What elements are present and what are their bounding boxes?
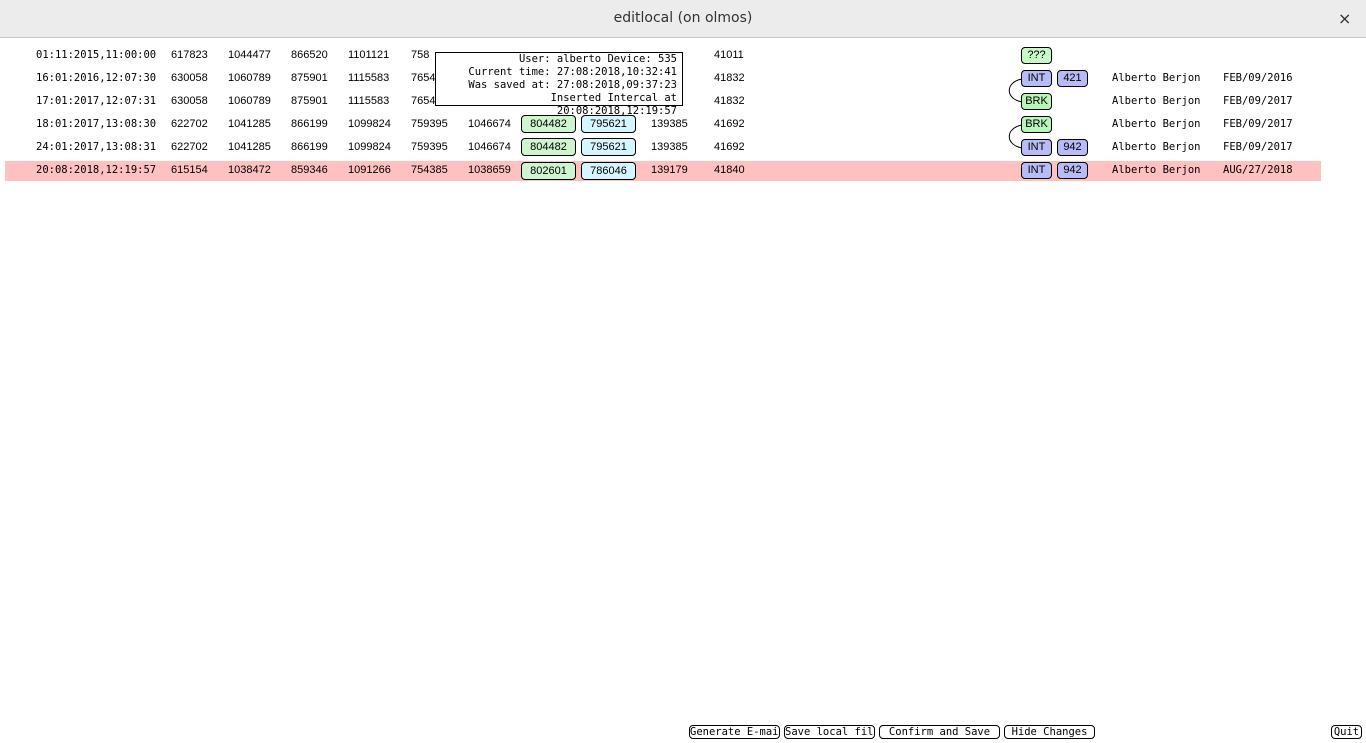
row-value: 617823 — [171, 49, 208, 61]
status-tag[interactable]: ??? — [1021, 47, 1052, 64]
row-value: 1091266 — [348, 164, 391, 176]
status-tag[interactable]: INT — [1021, 162, 1052, 179]
row-value: 866199 — [291, 141, 328, 153]
row-value: 622702 — [171, 118, 208, 130]
info-tooltip: User: alberto Device: 535 Current time: … — [435, 52, 683, 117]
table-row[interactable]: 18:01:2017,13:08:30 622702 1041285 86619… — [5, 115, 1321, 135]
row-date: AUG/27/2018 — [1223, 164, 1293, 176]
status-tag[interactable]: BRK — [1021, 116, 1052, 133]
table-row-highlighted[interactable]: 20:08:2018,12:19:57 615154 1038472 85934… — [5, 161, 1321, 181]
row-value: 1115583 — [348, 95, 390, 107]
green-value-box[interactable]: 802601 — [521, 162, 576, 180]
hide-changes-button[interactable]: Hide Changes — [1004, 725, 1095, 739]
generate-email-button[interactable]: Generate E-mail — [689, 725, 780, 739]
row-value: 7654 — [411, 95, 436, 107]
row-value: 41692 — [714, 118, 745, 130]
row-value: 866199 — [291, 118, 328, 130]
row-value: 41011 — [714, 49, 744, 61]
row-value: 139385 — [651, 141, 688, 153]
row-value: 1099824 — [348, 118, 391, 130]
status-tag[interactable]: INT — [1021, 70, 1052, 87]
row-value: 1115583 — [348, 72, 390, 84]
row-value: 41832 — [714, 95, 745, 107]
row-value: 139179 — [651, 164, 688, 176]
row-value: 1060789 — [228, 72, 271, 84]
green-value-box[interactable]: 804482 — [521, 138, 576, 156]
row-datetime: 24:01:2017,13:08:31 — [36, 141, 157, 153]
status-tag[interactable]: INT — [1021, 139, 1052, 156]
row-datetime: 20:08:2018,12:19:57 — [36, 164, 157, 176]
row-value: 1101121 — [348, 49, 390, 61]
tooltip-current-time: Current time: 27:08:2018,10:32:41 — [468, 66, 677, 78]
save-local-file-button[interactable]: Save local file — [784, 725, 875, 739]
row-value: 1044477 — [228, 49, 271, 61]
row-value: 1046674 — [468, 118, 511, 130]
row-date: FEB/09/2017 — [1223, 95, 1293, 107]
row-value: 7654 — [411, 72, 436, 84]
row-datetime: 01:11:2015,11:00:00 — [36, 49, 157, 61]
row-value: 630058 — [171, 95, 208, 107]
confirm-and-save-button[interactable]: Confirm and Save — [879, 725, 1000, 739]
device-tag[interactable]: 942 — [1057, 139, 1088, 156]
row-value: 1099824 — [348, 141, 391, 153]
tooltip-inserted: Inserted Intercal at 20:08:2018,12:19:57 — [550, 92, 677, 117]
row-user: Alberto Berjon — [1112, 95, 1201, 107]
row-value: 1060789 — [228, 95, 271, 107]
row-date: FEB/09/2017 — [1223, 118, 1293, 130]
row-user: Alberto Berjon — [1112, 72, 1201, 84]
row-value: 1041285 — [228, 141, 271, 153]
row-value: 754385 — [411, 164, 448, 176]
row-date: FEB/09/2017 — [1223, 141, 1293, 153]
row-value: 1041285 — [228, 118, 271, 130]
row-value: 875901 — [291, 95, 328, 107]
row-user: Alberto Berjon — [1112, 164, 1201, 176]
row-value: 41832 — [714, 72, 745, 84]
row-value: 859346 — [291, 164, 328, 176]
row-value: 875901 — [291, 72, 328, 84]
row-value: 759395 — [411, 141, 448, 153]
cyan-value-box[interactable]: 786046 — [581, 162, 636, 180]
quit-button[interactable]: Quit — [1331, 725, 1362, 739]
row-datetime: 16:01:2016,12:07:30 — [36, 72, 157, 84]
row-value: 1038659 — [468, 164, 511, 176]
tooltip-user-line: User: alberto Device: 535 — [518, 53, 677, 65]
table-row[interactable]: 24:01:2017,13:08:31 622702 1041285 86619… — [5, 138, 1321, 158]
row-value: 1046674 — [468, 141, 511, 153]
status-tag[interactable]: BRK — [1021, 93, 1052, 110]
row-value: 630058 — [171, 72, 208, 84]
row-value: 758 — [411, 49, 430, 61]
row-value: 139385 — [651, 118, 688, 130]
row-value: 622702 — [171, 141, 208, 153]
row-value: 866520 — [291, 49, 328, 61]
row-user: Alberto Berjon — [1112, 118, 1201, 130]
tooltip-saved-at: Was saved at: 27:08:2018,09:37:23 — [468, 79, 677, 91]
row-value: 41840 — [714, 164, 745, 176]
row-user: Alberto Berjon — [1112, 141, 1201, 153]
row-datetime: 17:01:2017,12:07:31 — [36, 95, 157, 107]
row-value: 615154 — [171, 164, 208, 176]
row-value: 41692 — [714, 141, 745, 153]
row-date: FEB/09/2016 — [1223, 72, 1293, 84]
row-value: 1038472 — [228, 164, 271, 176]
cyan-value-box[interactable]: 795621 — [581, 138, 636, 156]
row-datetime: 18:01:2017,13:08:30 — [36, 118, 157, 130]
device-tag[interactable]: 942 — [1057, 162, 1088, 179]
device-tag[interactable]: 421 — [1057, 70, 1088, 87]
row-value: 759395 — [411, 118, 448, 130]
